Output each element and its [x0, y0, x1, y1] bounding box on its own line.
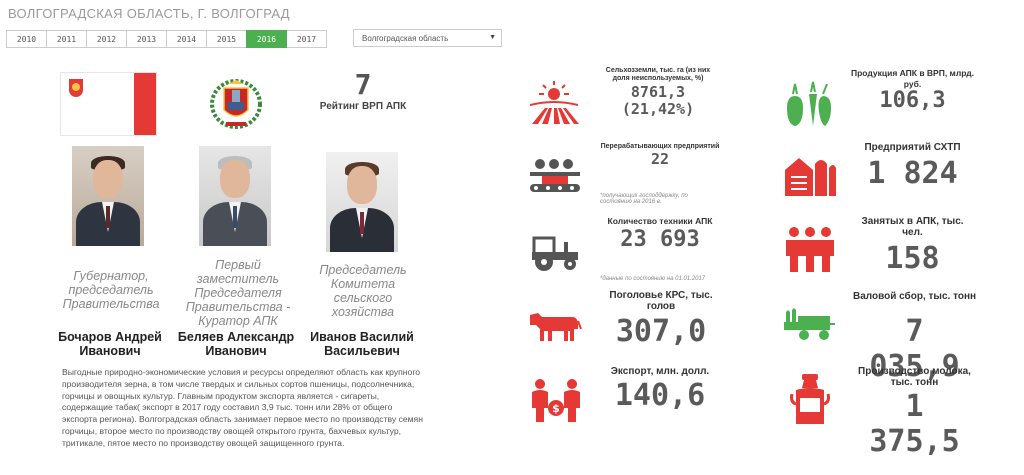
- cattle-value: 307,0: [615, 314, 707, 349]
- milk-can-icon: [790, 374, 830, 424]
- harvest-cart-icon: [784, 308, 835, 340]
- region-flag: [60, 72, 157, 136]
- cattle-label: Поголовье КРС, тыс. голов: [609, 290, 713, 312]
- year-tab-2013[interactable]: 2013: [126, 30, 167, 48]
- processing-note: *получающих господдержку, по состоянию н…: [600, 193, 688, 205]
- rank-value: 7: [354, 68, 372, 101]
- farmland-share: (21,42%): [621, 100, 695, 118]
- chevron-down-icon: ▼: [489, 34, 496, 41]
- svg-text:$: $: [552, 402, 560, 415]
- person-name: Беляев Александр Иванович: [177, 330, 295, 358]
- committee-chair-photo: [326, 152, 398, 252]
- tractor-icon: [532, 236, 578, 271]
- export-value: 140,6: [614, 378, 706, 413]
- rank-label: Рейтинг ВРП АПК: [319, 101, 407, 112]
- machinery-note: *данные по состоянию на 01.01.2017: [600, 276, 706, 282]
- harvest-label: Валовой сбор, тыс. тонн: [852, 291, 977, 302]
- milk-label: Производство молока, тыс. тонн: [858, 366, 971, 388]
- enterprises-label: Предприятий СХТП: [864, 142, 961, 153]
- agro-grp-label: Продукция АПК в ВРП, млрд. руб.: [851, 68, 974, 89]
- year-tabs: 2010 2011 2012 2013 2014 2015 2016 2017: [6, 30, 327, 48]
- export-label: Экспорт, млн. долл.: [610, 366, 710, 377]
- conveyor-icon: [530, 159, 580, 192]
- year-tab-2014[interactable]: 2014: [166, 30, 207, 48]
- year-tab-2011[interactable]: 2011: [46, 30, 87, 48]
- region-select[interactable]: Волгоградская область ▼: [353, 29, 502, 47]
- person-role: Председатель Комитета сельского хозяйств…: [319, 263, 407, 319]
- year-tab-2010[interactable]: 2010: [6, 30, 47, 48]
- employed-label: Занятых в АПК, тыс. чел.: [861, 216, 964, 238]
- agro-grp-value: 106,3: [879, 88, 946, 113]
- person-name: Иванов Василий Васильевич: [310, 330, 414, 358]
- farmland-sun-icon: [530, 81, 579, 124]
- year-tab-2017[interactable]: 2017: [286, 30, 327, 48]
- page-title: ВОЛГОГРАДСКАЯ ОБЛАСТЬ, Г. ВОЛГОГРАД: [8, 6, 290, 21]
- silo-icon: [785, 158, 836, 196]
- money-people-icon: $: [532, 379, 580, 422]
- farmland-value: 8761,3: [630, 83, 686, 101]
- cow-icon: [530, 313, 582, 341]
- employed-value: 158: [885, 241, 940, 276]
- coat-of-arms-icon: [69, 79, 83, 97]
- workers-icon: [786, 227, 834, 272]
- region-select-value: Волгоградская область: [362, 33, 449, 43]
- region-emblem-icon: [210, 79, 262, 129]
- vegetables-icon: [787, 81, 831, 126]
- farmland-label: Сельхозземли, тыс. га (из них доля неисп…: [605, 67, 711, 82]
- person-role: Первый заместитель Председателя Правител…: [185, 258, 291, 328]
- machinery-value: 23 693: [620, 227, 700, 252]
- processing-value: 22: [650, 150, 670, 168]
- person-role: Губернатор, председатель Правительства: [62, 269, 160, 311]
- deputy-photo: [199, 146, 271, 246]
- year-tab-2015[interactable]: 2015: [206, 30, 247, 48]
- person-name: Бочаров Андрей Иванович: [58, 330, 162, 358]
- machinery-label: Количество техники АПК: [607, 216, 713, 226]
- year-tab-2012[interactable]: 2012: [86, 30, 127, 48]
- governor-photo: [72, 146, 144, 246]
- region-description: Выгодные природно-экономические условия …: [62, 367, 423, 448]
- enterprises-value: 1 824: [867, 156, 958, 191]
- year-tab-2016[interactable]: 2016: [246, 30, 287, 48]
- milk-value: 1 375,5: [869, 389, 960, 459]
